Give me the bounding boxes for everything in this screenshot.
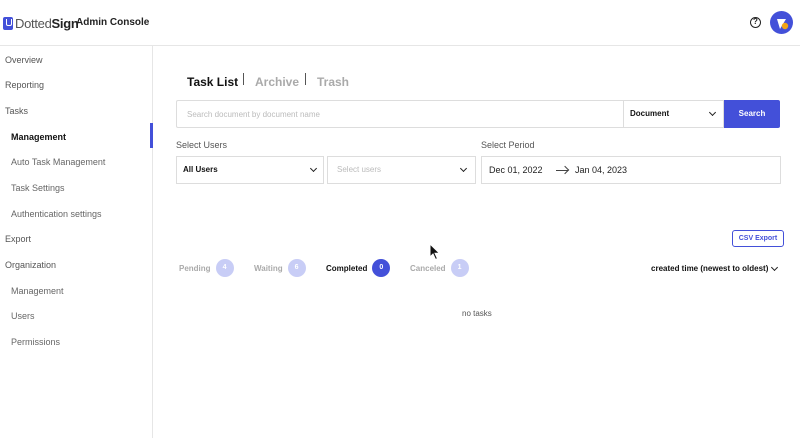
select-users-label: Select Users (176, 140, 228, 150)
sidebar-item-authentication-settings[interactable]: Authentication settings (11, 209, 102, 219)
period-start-date[interactable]: Dec 01, 2022 (489, 157, 543, 183)
arrow-right-icon (556, 170, 568, 171)
status-count-badge: 6 (287, 259, 306, 277)
sidebar-item-reporting[interactable]: Reporting (5, 80, 44, 90)
search-scope-value: Document (630, 109, 670, 118)
help-circle-icon[interactable]: ? (750, 17, 761, 28)
sidebar-item-overview[interactable]: Overview (5, 55, 43, 65)
status-filter-completed[interactable]: Completed 0 (326, 259, 391, 277)
select-period-label: Select Period (481, 140, 535, 150)
tab-trash[interactable]: Trash (317, 75, 349, 89)
status-label: Canceled (410, 263, 446, 273)
period-end-date[interactable]: Jan 04, 2023 (575, 157, 627, 183)
tab-archive[interactable]: Archive (255, 75, 299, 89)
tab-task-list[interactable]: Task List (187, 75, 238, 89)
sidebar-active-indicator (150, 123, 153, 148)
app-title: Admin Console (76, 17, 150, 28)
users-multi-select[interactable]: Select users (327, 156, 476, 184)
status-count-badge: 4 (215, 259, 234, 277)
status-label: Pending (179, 263, 211, 273)
sidebar-item-users[interactable]: Users (11, 311, 35, 321)
top-header: DottedSign Admin Console ? (0, 0, 800, 46)
status-label: Completed (326, 263, 368, 273)
sidebar-item-task-settings[interactable]: Task Settings (11, 183, 65, 193)
status-count-badge: 0 (372, 259, 391, 277)
users-scope-select[interactable]: All Users (176, 156, 324, 184)
status-label: Waiting (254, 263, 283, 273)
search-scope-select[interactable]: Document (623, 100, 724, 128)
date-range-picker[interactable]: Dec 01, 2022 Jan 04, 2023 (481, 156, 781, 184)
sidebar-item-export[interactable]: Export (5, 234, 31, 244)
sidebar-item-auto-task-management[interactable]: Auto Task Management (11, 157, 105, 167)
search-button[interactable]: Search (724, 100, 780, 128)
status-count-badge: 1 (450, 259, 469, 277)
logo-text-part1: Dotted (15, 15, 52, 31)
document-search-input[interactable] (176, 100, 623, 128)
sort-order-label: created time (newest to oldest) (651, 264, 769, 273)
user-avatar-icon[interactable] (770, 11, 793, 34)
empty-state-message: no tasks (462, 309, 492, 318)
tab-divider (305, 73, 306, 85)
chevron-down-icon (459, 164, 468, 173)
sort-order-select[interactable]: created time (newest to oldest) (651, 263, 779, 273)
status-filter-waiting[interactable]: Waiting 6 (254, 259, 306, 277)
status-filter-pending[interactable]: Pending 4 (179, 259, 234, 277)
chevron-down-icon (309, 164, 318, 173)
dottedsign-logo[interactable]: DottedSign (3, 15, 79, 31)
sidebar: Overview Reporting Tasks Management Auto… (0, 46, 153, 438)
mouse-cursor-icon (429, 243, 441, 261)
users-scope-value: All Users (183, 165, 218, 174)
status-filter-canceled[interactable]: Canceled 1 (410, 259, 469, 277)
chevron-down-icon (770, 263, 779, 272)
chevron-down-icon (708, 108, 717, 117)
sidebar-section-organization[interactable]: Organization (5, 260, 56, 270)
users-multi-placeholder: Select users (337, 165, 382, 174)
sidebar-item-task-management[interactable]: Management (11, 132, 66, 142)
csv-export-button[interactable]: CSV Export (732, 230, 784, 247)
sidebar-section-tasks[interactable]: Tasks (5, 106, 28, 116)
tab-divider (243, 73, 244, 85)
sidebar-item-org-management[interactable]: Management (11, 286, 64, 296)
logo-text-part2: Sign (51, 15, 79, 31)
logo-mark-icon (3, 16, 13, 30)
sidebar-item-permissions[interactable]: Permissions (11, 337, 60, 347)
